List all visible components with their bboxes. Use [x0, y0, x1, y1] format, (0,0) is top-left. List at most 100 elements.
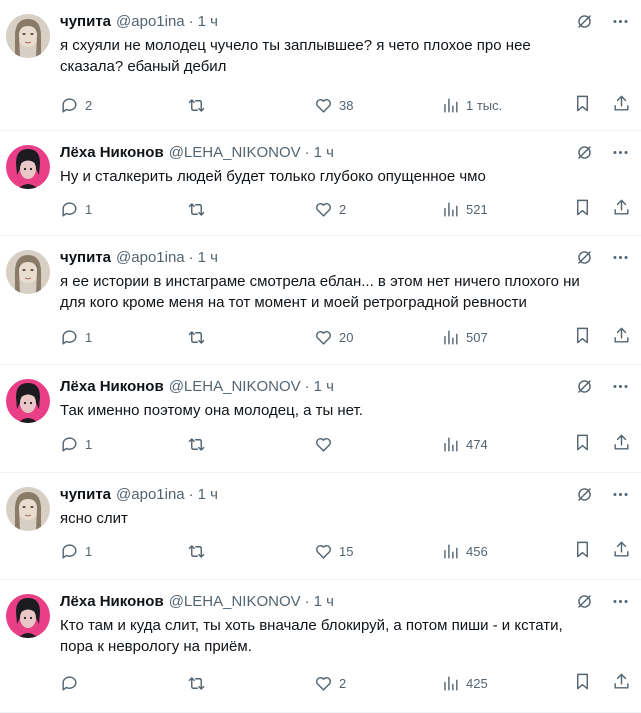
share-button[interactable]: [612, 94, 631, 116]
reply-button[interactable]: 1: [60, 328, 187, 347]
separator-dot: ·: [188, 248, 194, 266]
tweet[interactable]: чупита @apo1ina · 1 ч я схуяли не молоде…: [0, 0, 641, 131]
tweet[interactable]: чупита @apo1ina · 1 ч ясно слит 1 15 456: [0, 473, 641, 580]
tweet[interactable]: Лёха Никонов @LEHA_NIKONOV · 1 ч Кто там…: [0, 580, 641, 713]
tweet-actions: 1 474: [60, 433, 631, 455]
views-button[interactable]: 474: [441, 435, 561, 454]
more-icon[interactable]: [609, 141, 631, 163]
views-button[interactable]: 507: [441, 328, 561, 347]
author-name[interactable]: чупита: [60, 249, 111, 266]
like-button[interactable]: [314, 435, 441, 454]
avatar-leha[interactable]: [6, 379, 50, 423]
like-count: 2: [339, 201, 347, 217]
tweet-text: я схуяли не молодец чучело ты заплывшее?…: [60, 35, 631, 77]
bookmark-icon: [577, 95, 588, 112]
retweet-button[interactable]: [187, 674, 314, 693]
author-handle[interactable]: @LEHA_NIKONOV: [169, 378, 301, 395]
author-handle[interactable]: @apo1ina: [116, 13, 185, 30]
reply-button[interactable]: 1: [60, 200, 187, 219]
grok-icon[interactable]: [573, 375, 595, 397]
tweet[interactable]: Лёха Никонов @LEHA_NIKONOV · 1 ч Ну и ст…: [0, 131, 641, 236]
author-handle[interactable]: @apo1ina: [116, 249, 185, 266]
tweet[interactable]: чупита @apo1ina · 1 ч я ее истории в инс…: [0, 236, 641, 365]
retweet-button[interactable]: [187, 542, 314, 561]
tweet-text-line: Ну и сталкерить людей будет только глубо…: [60, 168, 486, 185]
avatar-leha[interactable]: [6, 594, 50, 638]
share-button[interactable]: [612, 433, 631, 455]
more-icon[interactable]: [609, 483, 631, 505]
more-icon[interactable]: [609, 590, 631, 612]
author-handle[interactable]: @LEHA_NIKONOV: [169, 144, 301, 161]
like-button[interactable]: 2: [314, 200, 441, 219]
reply-button[interactable]: 1: [60, 435, 187, 454]
author-name[interactable]: чупита: [60, 13, 111, 30]
share-button[interactable]: [612, 672, 631, 694]
view-count: 425: [466, 675, 488, 691]
bookmark-button[interactable]: [573, 326, 592, 348]
tweet-actions: 2 425: [60, 672, 631, 694]
tweet-time[interactable]: 1 ч: [198, 13, 218, 30]
reply-button[interactable]: 1: [60, 542, 187, 561]
grok-icon[interactable]: [573, 246, 595, 268]
retweet-button[interactable]: [187, 435, 314, 454]
avatar-chupita[interactable]: [6, 250, 50, 294]
author-name[interactable]: Лёха Никонов: [60, 593, 164, 610]
bookmark-icon: [577, 199, 588, 216]
tweet-time[interactable]: 1 ч: [198, 249, 218, 266]
author-handle[interactable]: @LEHA_NIKONOV: [169, 593, 301, 610]
tweet-text: ясно слит: [60, 508, 631, 529]
bookmark-button[interactable]: [573, 672, 592, 694]
tweet-time[interactable]: 1 ч: [314, 144, 334, 161]
like-button[interactable]: 38: [314, 96, 441, 115]
tweet-time[interactable]: 1 ч: [314, 593, 334, 610]
author-name[interactable]: чупита: [60, 486, 111, 503]
more-icon[interactable]: [609, 246, 631, 268]
views-button[interactable]: 456: [441, 542, 561, 561]
avatar-chupita[interactable]: [6, 487, 50, 531]
retweet-button[interactable]: [187, 328, 314, 347]
more-icon[interactable]: [609, 10, 631, 32]
view-count: 521: [466, 201, 488, 217]
tweet-text-line: Кто там и куда слит, ты хоть вначале бло…: [60, 617, 563, 634]
reply-icon: [62, 675, 77, 691]
like-button[interactable]: 2: [314, 674, 441, 693]
retweet-button[interactable]: [187, 96, 314, 115]
author-name[interactable]: Лёха Никонов: [60, 378, 164, 395]
tweet-time[interactable]: 1 ч: [314, 378, 334, 395]
share-icon: [614, 434, 629, 450]
heart-icon: [316, 98, 331, 113]
views-button[interactable]: 521: [441, 200, 561, 219]
retweet-button[interactable]: [187, 200, 314, 219]
author-name[interactable]: Лёха Никонов: [60, 144, 164, 161]
like-button[interactable]: 15: [314, 542, 441, 561]
views-icon: [444, 97, 458, 113]
reply-button[interactable]: 2: [60, 96, 187, 115]
avatar-chupita[interactable]: [6, 14, 50, 58]
grok-icon[interactable]: [573, 483, 595, 505]
grok-icon[interactable]: [573, 141, 595, 163]
bookmark-button[interactable]: [573, 433, 592, 455]
tweet-actions: 1 2 521: [60, 198, 631, 220]
views-icon: [444, 543, 458, 559]
grok-icon[interactable]: [573, 590, 595, 612]
bookmark-button[interactable]: [573, 94, 592, 116]
grok-icon[interactable]: [573, 10, 595, 32]
share-button[interactable]: [612, 326, 631, 348]
bookmark-button[interactable]: [573, 198, 592, 220]
more-icon[interactable]: [609, 375, 631, 397]
author-handle[interactable]: @apo1ina: [116, 486, 185, 503]
tweet-text: Кто там и куда слит, ты хоть вначале бло…: [60, 615, 631, 657]
like-button[interactable]: 20: [314, 328, 441, 347]
views-icon: [444, 436, 458, 452]
share-button[interactable]: [612, 198, 631, 220]
tweet[interactable]: Лёха Никонов @LEHA_NIKONOV · 1 ч Так име…: [0, 365, 641, 473]
avatar-leha[interactable]: [6, 145, 50, 189]
share-button[interactable]: [612, 540, 631, 562]
reply-button[interactable]: [60, 674, 187, 693]
tweet-text-line: я схуяли не молодец чучело ты заплывшее?…: [60, 37, 531, 54]
views-button[interactable]: 425: [441, 674, 561, 693]
tweet-time[interactable]: 1 ч: [198, 486, 218, 503]
views-button[interactable]: 1 тыс.: [441, 96, 561, 115]
bookmark-button[interactable]: [573, 540, 592, 562]
reply-icon: [62, 97, 77, 113]
